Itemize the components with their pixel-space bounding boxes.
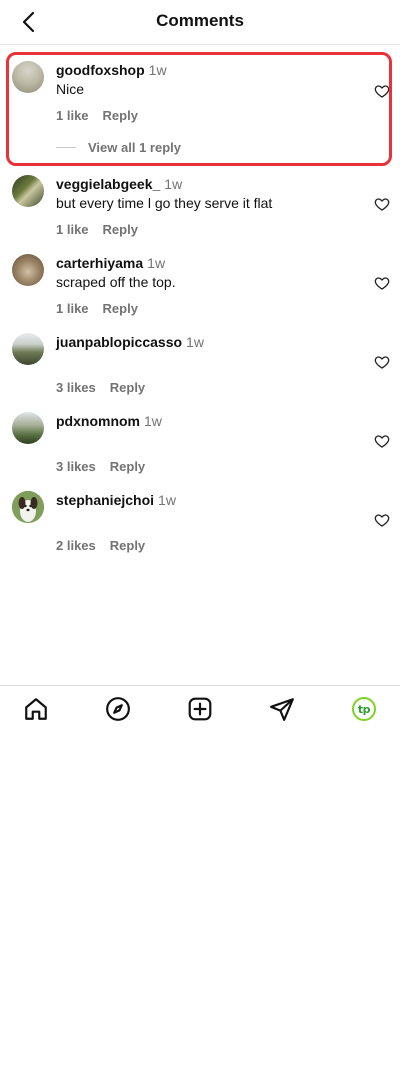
avatar[interactable]: [12, 491, 44, 523]
comment-item: goodfoxshop 1w Nice 1 like Reply: [0, 61, 400, 133]
comment-text: scraped off the top.: [56, 274, 176, 290]
profile-avatar-label: tp: [352, 697, 376, 721]
avatar[interactable]: [12, 61, 44, 93]
heart-icon[interactable]: [374, 433, 390, 449]
comment-item: stephaniejchoi 1w 2 likes Reply: [0, 491, 400, 563]
comment-username[interactable]: pdxnomnom: [56, 413, 140, 429]
reply-button[interactable]: Reply: [110, 380, 145, 395]
comment-text: [56, 431, 360, 450]
dog-avatar-image: [12, 491, 44, 523]
heart-icon[interactable]: [374, 512, 390, 528]
comment-username[interactable]: juanpablopiccasso: [56, 334, 182, 350]
new-post-icon[interactable]: [184, 694, 216, 724]
home-icon[interactable]: [20, 694, 52, 724]
heart-icon[interactable]: [374, 196, 390, 212]
avatar[interactable]: [12, 412, 44, 444]
comment-time: 1w: [147, 255, 166, 271]
comment-text: Nice: [56, 81, 85, 97]
comment-item: carterhiyama 1w scraped off the top. 1 li…: [0, 254, 400, 326]
comment-time: 1w: [148, 62, 167, 78]
view-replies-label: View all 1 reply: [88, 140, 181, 155]
comment-username[interactable]: stephaniejchoi: [56, 492, 154, 508]
page-title: Comments: [156, 11, 244, 30]
comment-username[interactable]: carterhiyama: [56, 255, 143, 271]
comment-likes[interactable]: 1 like: [56, 301, 89, 316]
avatar[interactable]: [12, 254, 44, 286]
profile-avatar[interactable]: tp: [348, 694, 380, 724]
direct-send-icon[interactable]: [266, 694, 298, 724]
comment-text: [56, 510, 360, 529]
comment-username[interactable]: goodfoxshop: [56, 62, 145, 78]
avatar[interactable]: [12, 175, 44, 207]
comment-likes[interactable]: 2 likes: [56, 538, 96, 553]
comment-time: 1w: [144, 413, 162, 429]
comment-likes[interactable]: 1 like: [56, 108, 89, 123]
heart-icon[interactable]: [374, 83, 390, 99]
reply-button[interactable]: Reply: [103, 222, 138, 237]
bottom-nav: tp: [0, 685, 400, 732]
heart-icon[interactable]: [374, 275, 390, 291]
heart-icon[interactable]: [374, 354, 390, 370]
comment-item: juanpablopiccasso 1w 3 likes Reply: [0, 333, 400, 405]
view-replies-button[interactable]: View all 1 reply: [56, 140, 181, 155]
replies-divider: [56, 147, 76, 148]
comment-time: 1w: [158, 492, 176, 508]
comment-time: 1w: [164, 176, 183, 192]
comment-likes[interactable]: 1 like: [56, 222, 89, 237]
comment-likes[interactable]: 3 likes: [56, 459, 96, 474]
comment-text: [56, 352, 360, 371]
reply-button[interactable]: Reply: [103, 301, 138, 316]
comment-item: pdxnomnom 1w 3 likes Reply: [0, 412, 400, 484]
header: Comments: [0, 0, 400, 45]
avatar[interactable]: [12, 333, 44, 365]
comment-time: 1w: [186, 334, 204, 350]
reply-button[interactable]: Reply: [103, 108, 138, 123]
comment-username[interactable]: veggielabgeek_: [56, 176, 160, 192]
explore-compass-icon[interactable]: [102, 694, 134, 724]
reply-button[interactable]: Reply: [110, 459, 145, 474]
comment-text: but every time l go they serve it flat: [56, 195, 273, 211]
comment-likes[interactable]: 3 likes: [56, 380, 96, 395]
reply-button[interactable]: Reply: [110, 538, 145, 553]
comment-item: veggielabgeek_ 1w but every time l go the…: [0, 175, 400, 247]
